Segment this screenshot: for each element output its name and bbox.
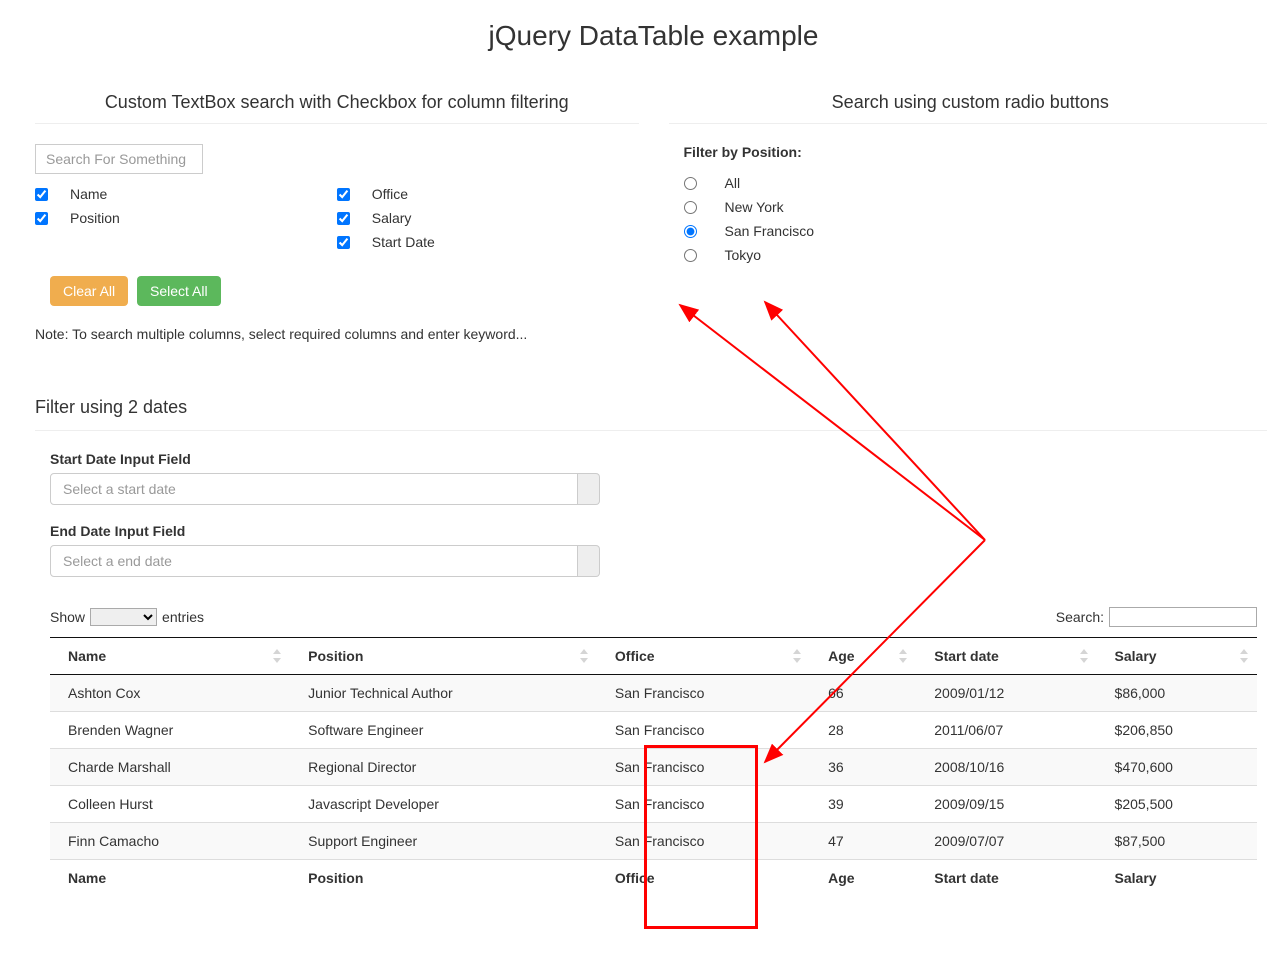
table-cell: 28: [810, 712, 916, 749]
table-cell: Junior Technical Author: [290, 675, 597, 712]
filter-radio-all[interactable]: [684, 177, 697, 190]
end-date-input[interactable]: [50, 545, 578, 577]
table-row: Ashton CoxJunior Technical AuthorSan Fra…: [50, 675, 1257, 712]
sort-icon: [1079, 649, 1089, 663]
search-input[interactable]: [35, 144, 203, 174]
entries-select[interactable]: [90, 608, 157, 626]
sort-icon: [579, 649, 589, 663]
column-footer-salary: Salary: [1097, 860, 1257, 897]
table-cell: 39: [810, 786, 916, 823]
table-cell: Software Engineer: [290, 712, 597, 749]
table-cell: 36: [810, 749, 916, 786]
filter-checkbox-salary[interactable]: [337, 212, 350, 225]
end-date-picker-button[interactable]: [578, 545, 600, 577]
clear-all-button[interactable]: Clear All: [50, 276, 128, 306]
radio-label: All: [725, 175, 741, 191]
table-cell: $86,000: [1097, 675, 1257, 712]
table-cell: San Francisco: [597, 675, 810, 712]
table-search-label: Search:: [1056, 609, 1104, 625]
table-cell: $205,500: [1097, 786, 1257, 823]
left-section-title: Custom TextBox search with Checkbox for …: [35, 92, 639, 113]
column-header-age[interactable]: Age: [810, 638, 916, 675]
table-cell: 2011/06/07: [916, 712, 1096, 749]
table-cell: Javascript Developer: [290, 786, 597, 823]
sort-icon: [272, 649, 282, 663]
filter-radio-tokyo[interactable]: [684, 249, 697, 262]
table-cell: Brenden Wagner: [50, 712, 290, 749]
radio-label: New York: [725, 199, 784, 215]
annotation-highlight-box: [644, 745, 758, 929]
checkbox-label: Salary: [372, 210, 412, 226]
show-label-suffix: entries: [162, 609, 204, 625]
column-header-name[interactable]: Name: [50, 638, 290, 675]
column-header-office[interactable]: Office: [597, 638, 810, 675]
filter-dates-title: Filter using 2 dates: [35, 397, 1267, 418]
table-cell: 2009/01/12: [916, 675, 1096, 712]
divider: [669, 123, 1267, 124]
start-date-picker-button[interactable]: [578, 473, 600, 505]
table-cell: Colleen Hurst: [50, 786, 290, 823]
table-cell: San Francisco: [597, 712, 810, 749]
sort-icon: [898, 649, 908, 663]
column-footer-name: Name: [50, 860, 290, 897]
sort-icon: [1239, 649, 1249, 663]
page-title: jQuery DataTable example: [20, 20, 1267, 52]
column-footer-age: Age: [810, 860, 916, 897]
divider: [35, 123, 639, 124]
filter-checkbox-position[interactable]: [35, 212, 48, 225]
filter-radio-san-francisco[interactable]: [684, 225, 697, 238]
table-cell: Charde Marshall: [50, 749, 290, 786]
table-cell: Support Engineer: [290, 823, 597, 860]
end-date-label: End Date Input Field: [50, 523, 1267, 539]
checkbox-label: Name: [70, 186, 107, 202]
filter-by-position-label: Filter by Position:: [684, 144, 1267, 160]
column-header-start-date[interactable]: Start date: [916, 638, 1096, 675]
start-date-input[interactable]: [50, 473, 578, 505]
sort-icon: [792, 649, 802, 663]
checkbox-label: Office: [372, 186, 408, 202]
checkbox-label: Start Date: [372, 234, 435, 250]
filter-checkbox-start-date[interactable]: [337, 236, 350, 249]
table-cell: Ashton Cox: [50, 675, 290, 712]
show-label-prefix: Show: [50, 609, 85, 625]
table-row: Brenden WagnerSoftware EngineerSan Franc…: [50, 712, 1257, 749]
radio-label: San Francisco: [725, 223, 814, 239]
checkbox-label: Position: [70, 210, 120, 226]
filter-radio-new-york[interactable]: [684, 201, 697, 214]
table-cell: Regional Director: [290, 749, 597, 786]
column-header-position[interactable]: Position: [290, 638, 597, 675]
table-search-input[interactable]: [1109, 607, 1257, 627]
table-cell: $470,600: [1097, 749, 1257, 786]
right-section-title: Search using custom radio buttons: [669, 92, 1267, 113]
radio-label: Tokyo: [725, 247, 762, 263]
table-cell: $87,500: [1097, 823, 1257, 860]
column-footer-position: Position: [290, 860, 597, 897]
divider: [35, 430, 1267, 431]
start-date-label: Start Date Input Field: [50, 451, 1267, 467]
table-cell: 2009/09/15: [916, 786, 1096, 823]
select-all-button[interactable]: Select All: [137, 276, 221, 306]
table-cell: 2008/10/16: [916, 749, 1096, 786]
table-cell: 2009/07/07: [916, 823, 1096, 860]
table-cell: 47: [810, 823, 916, 860]
column-footer-start-date: Start date: [916, 860, 1096, 897]
table-cell: Finn Camacho: [50, 823, 290, 860]
filter-checkbox-name[interactable]: [35, 188, 48, 201]
table-cell: $206,850: [1097, 712, 1257, 749]
column-header-salary[interactable]: Salary: [1097, 638, 1257, 675]
table-cell: 66: [810, 675, 916, 712]
note-text: Note: To search multiple columns, select…: [35, 326, 639, 342]
filter-checkbox-office[interactable]: [337, 188, 350, 201]
